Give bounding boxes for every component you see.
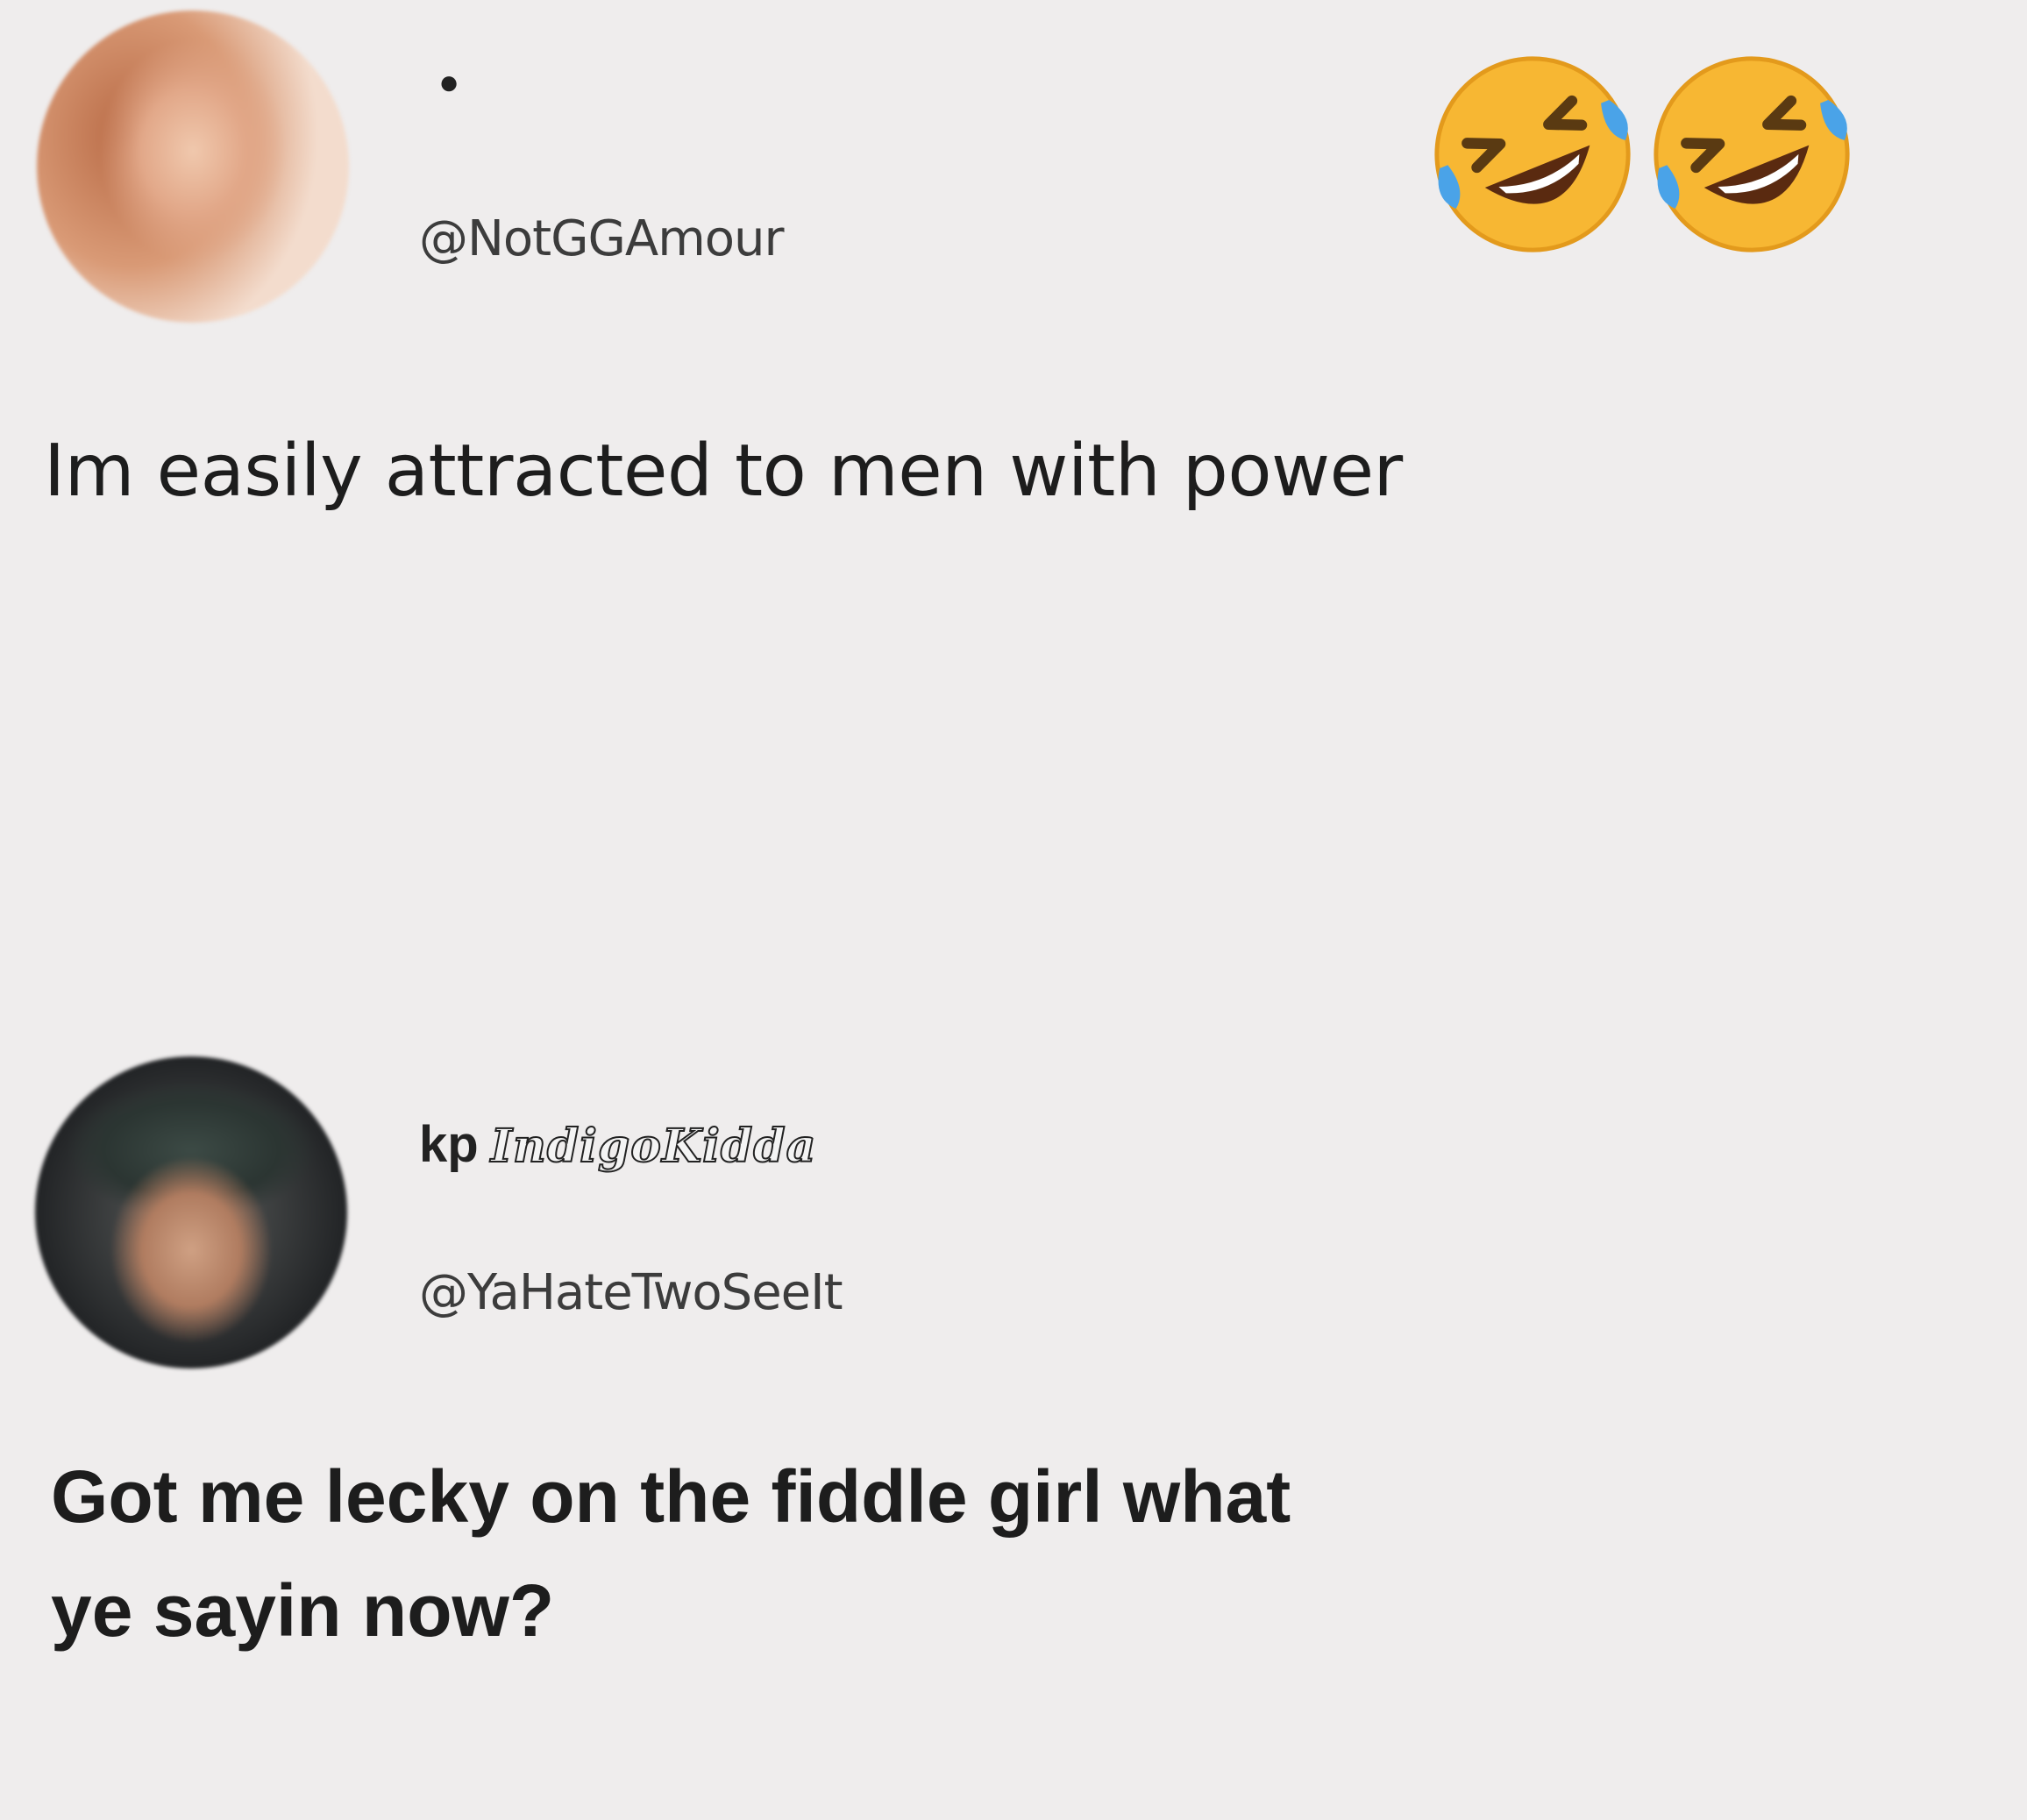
handle-yahatetwoseeit[interactable]: @YaHateTwoSeeIt xyxy=(419,1264,843,1321)
rofl-emoji-icon xyxy=(1434,56,1631,252)
tweet-text-1: Im easily attracted to men with power xyxy=(44,430,1403,513)
rofl-emoji-icon xyxy=(1654,56,1850,252)
tweet-text-2-line-1: Got me lecky on the fiddle girl what xyxy=(51,1455,1291,1538)
avatar-yahatetwoseeit[interactable] xyxy=(35,1056,347,1369)
handle-notggamour[interactable]: @NotGGAmour xyxy=(419,210,785,267)
camera-dot-icon: ● xyxy=(438,63,460,102)
avatar-notggamour[interactable] xyxy=(37,11,349,323)
tweet-text-2: Got me lecky on the fiddle girl what ye … xyxy=(51,1440,1962,1667)
display-name-kp-indigokidda[interactable]: kp IndigoKidda xyxy=(419,1115,816,1174)
display-name-fancy: IndigoKidda xyxy=(490,1119,817,1174)
tweet-text-2-line-2: ye sayin now? xyxy=(51,1569,555,1653)
display-name-prefix: kp xyxy=(419,1116,479,1173)
